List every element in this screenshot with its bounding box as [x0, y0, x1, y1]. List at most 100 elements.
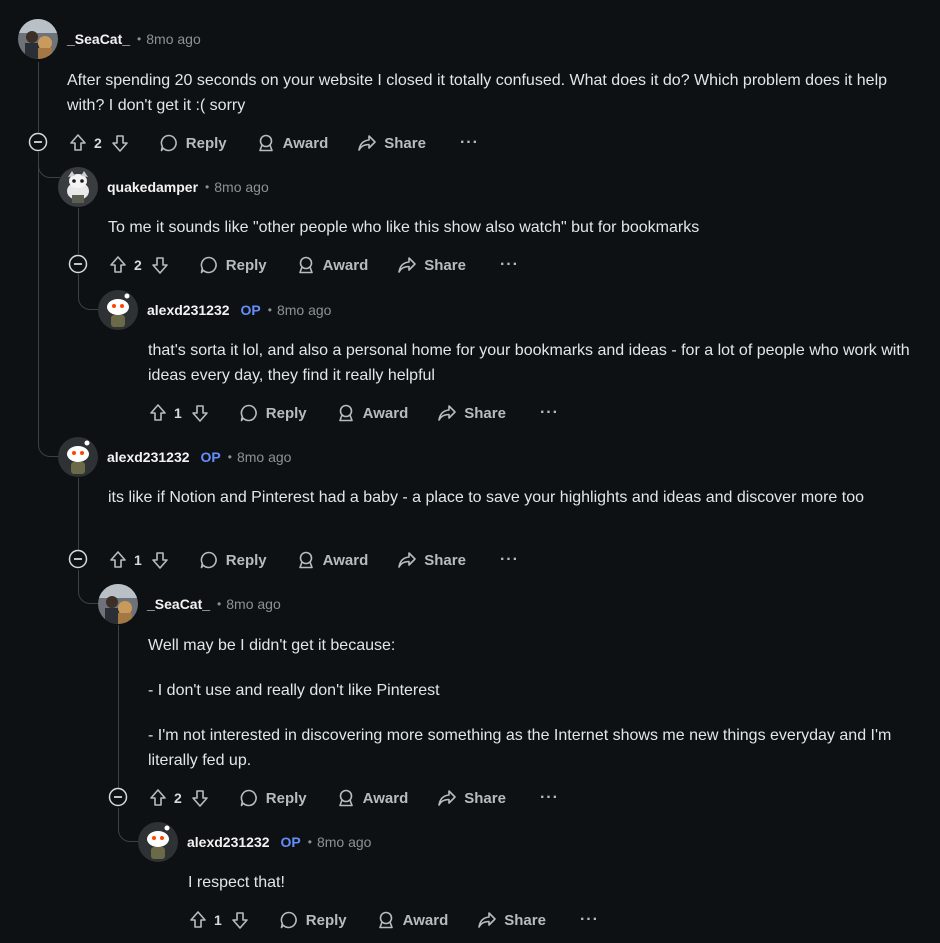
- downvote-icon[interactable]: [230, 910, 250, 930]
- share-button[interactable]: Share: [397, 255, 466, 275]
- award-label: Award: [322, 256, 369, 274]
- username[interactable]: alexd231232: [187, 834, 270, 850]
- upvote-icon[interactable]: [148, 403, 168, 423]
- timestamp[interactable]: 8mo ago: [214, 179, 268, 195]
- comment-header: alexd231232 OP • 8mo ago: [138, 822, 371, 862]
- username[interactable]: alexd231232: [147, 302, 230, 318]
- award-button[interactable]: Award: [296, 255, 369, 275]
- separator-dot: •: [267, 303, 272, 317]
- upvote-icon[interactable]: [148, 788, 168, 808]
- more-options-icon[interactable]: ···: [500, 551, 519, 569]
- comment-header: _SeaCat_ • 8mo ago: [18, 19, 201, 59]
- separator-dot: •: [227, 450, 232, 464]
- comment-paragraph: Well may be I didn't get it because:: [148, 637, 396, 654]
- reply-button[interactable]: Reply: [239, 788, 307, 808]
- comment-body: I respect that!: [188, 874, 285, 891]
- share-label: Share: [464, 789, 506, 807]
- username[interactable]: _SeaCat_: [67, 31, 130, 47]
- collapse-thread-icon[interactable]: [108, 787, 128, 807]
- user-avatar[interactable]: [58, 167, 98, 207]
- share-label: Share: [384, 134, 426, 152]
- user-avatar[interactable]: [138, 822, 178, 862]
- username[interactable]: quakedamper: [107, 179, 198, 195]
- comment-actions: 1 Reply Award Share ···: [188, 904, 599, 936]
- collapse-thread-icon[interactable]: [28, 132, 48, 152]
- share-label: Share: [464, 404, 506, 422]
- more-options-icon[interactable]: ···: [540, 789, 559, 807]
- award-button[interactable]: Award: [376, 910, 448, 930]
- user-avatar[interactable]: [58, 437, 98, 477]
- share-icon: [398, 257, 417, 273]
- vote-controls: 2: [148, 788, 210, 808]
- award-button[interactable]: Award: [336, 788, 409, 808]
- username[interactable]: alexd231232: [107, 449, 190, 465]
- more-options-icon[interactable]: ···: [540, 404, 559, 422]
- photo-avatar-icon: [98, 584, 138, 624]
- reply-button[interactable]: Reply: [239, 403, 307, 423]
- comment-header: alexd231232 OP • 8mo ago: [98, 290, 331, 330]
- downvote-icon[interactable]: [190, 788, 210, 808]
- upvote-icon[interactable]: [108, 255, 128, 275]
- award-label: Award: [322, 551, 369, 569]
- op-badge: OP: [200, 449, 221, 465]
- upvote-icon[interactable]: [108, 550, 128, 570]
- vote-count: 1: [174, 405, 182, 421]
- award-icon: [338, 789, 353, 807]
- op-badge: OP: [280, 834, 301, 850]
- more-options-icon[interactable]: ···: [500, 256, 519, 274]
- user-avatar[interactable]: [98, 584, 138, 624]
- vote-count: 2: [94, 135, 102, 151]
- collapse-thread-icon[interactable]: [68, 549, 88, 569]
- downvote-icon[interactable]: [150, 255, 170, 275]
- share-button[interactable]: Share: [397, 550, 466, 570]
- vote-count: 2: [134, 257, 142, 273]
- user-avatar[interactable]: [98, 290, 138, 330]
- comment-header: alexd231232 OP • 8mo ago: [58, 437, 291, 477]
- comment-actions: 1 Reply Award Share ···: [148, 397, 559, 429]
- share-button[interactable]: Share: [357, 133, 426, 153]
- share-button[interactable]: Share: [437, 788, 506, 808]
- reply-button[interactable]: Reply: [199, 550, 267, 570]
- op-badge: OP: [240, 302, 261, 318]
- downvote-icon[interactable]: [150, 550, 170, 570]
- downvote-icon[interactable]: [110, 133, 130, 153]
- username[interactable]: _SeaCat_: [147, 596, 210, 612]
- share-label: Share: [504, 911, 546, 929]
- user-avatar[interactable]: [18, 19, 58, 59]
- reply-button[interactable]: Reply: [279, 910, 347, 930]
- downvote-icon[interactable]: [190, 403, 210, 423]
- reply-button[interactable]: Reply: [199, 255, 267, 275]
- award-button[interactable]: Award: [256, 133, 328, 153]
- vote-count: 1: [134, 552, 142, 568]
- share-button[interactable]: Share: [437, 403, 506, 423]
- snoo-avatar-icon: [98, 290, 138, 330]
- separator-dot: •: [205, 180, 210, 194]
- vote-controls: 2: [68, 133, 130, 153]
- snoo-avatar-icon: [58, 167, 98, 207]
- vote-count: 1: [214, 912, 222, 928]
- thread-line: [118, 625, 119, 788]
- timestamp[interactable]: 8mo ago: [317, 834, 371, 850]
- collapse-thread-icon[interactable]: [68, 254, 88, 274]
- upvote-icon[interactable]: [68, 133, 88, 153]
- reply-label: Reply: [305, 911, 347, 929]
- comment-body: that's sorta it lol, and also a personal…: [148, 342, 915, 384]
- thread-connector: [78, 274, 100, 310]
- timestamp[interactable]: 8mo ago: [146, 31, 200, 47]
- more-options-icon[interactable]: ···: [460, 134, 479, 152]
- timestamp[interactable]: 8mo ago: [237, 449, 291, 465]
- timestamp[interactable]: 8mo ago: [226, 596, 280, 612]
- thread-connector: [38, 152, 60, 457]
- more-options-icon[interactable]: ···: [580, 911, 599, 929]
- award-icon: [298, 256, 313, 274]
- upvote-icon[interactable]: [188, 910, 208, 930]
- award-button[interactable]: Award: [336, 403, 408, 423]
- award-label: Award: [362, 789, 409, 807]
- award-button[interactable]: Award: [296, 550, 369, 570]
- share-icon: [478, 912, 497, 928]
- award-icon: [338, 404, 353, 422]
- share-button[interactable]: Share: [477, 910, 546, 930]
- timestamp[interactable]: 8mo ago: [277, 302, 331, 318]
- reply-button[interactable]: Reply: [159, 133, 227, 153]
- photo-avatar-icon: [18, 19, 58, 59]
